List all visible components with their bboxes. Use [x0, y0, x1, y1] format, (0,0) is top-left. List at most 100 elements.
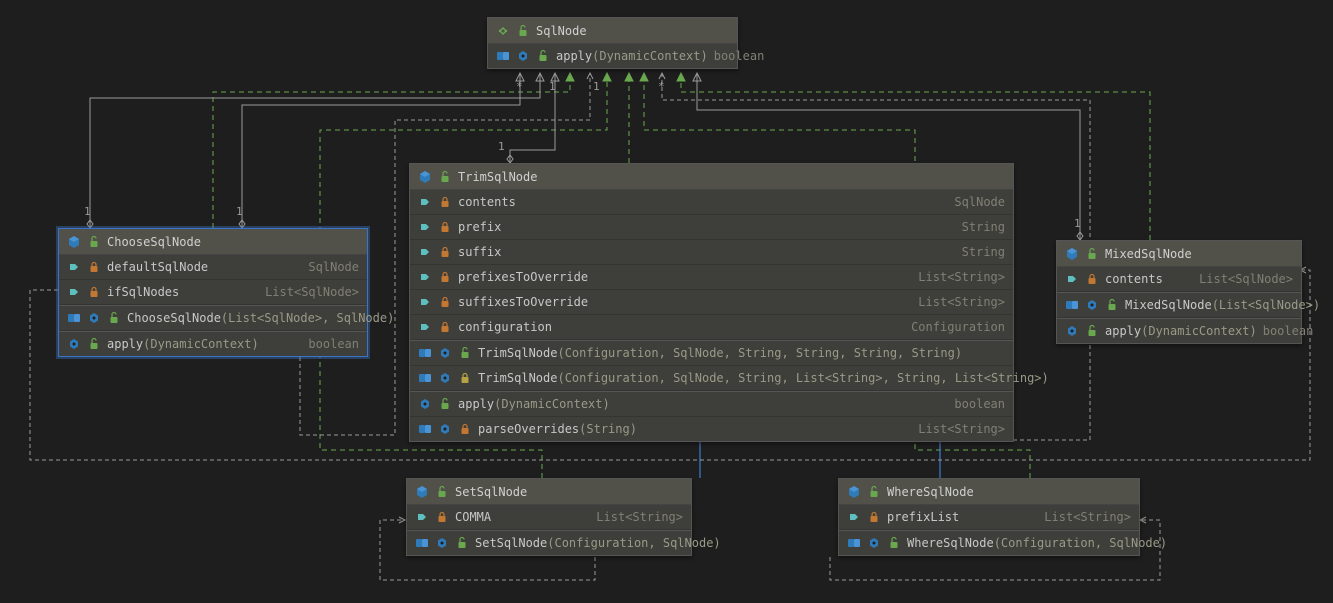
field-row[interactable]: prefixListList<String> [839, 505, 1139, 530]
ctor-params: (List<SqlNode>) [1212, 298, 1320, 312]
mult-label: 1 [593, 80, 600, 93]
field-name: ifSqlNodes [107, 285, 259, 299]
method-name: apply [458, 397, 494, 411]
method-icon [67, 337, 81, 351]
method-icon [438, 371, 452, 385]
method-icon [1085, 298, 1099, 312]
lock-open-icon [455, 536, 469, 550]
method-icon [435, 536, 449, 550]
lock-open-icon [867, 485, 881, 499]
lock-open-icon [458, 346, 472, 360]
field-icon [418, 320, 432, 334]
method-icon [1065, 324, 1079, 338]
class-name: TrimSqlNode [458, 170, 1005, 184]
ctor-params: (List<SqlNode>, SqlNode) [221, 311, 394, 325]
field-icon [418, 295, 432, 309]
method-row[interactable]: apply(DynamicContext)boolean [410, 391, 1013, 417]
mult-label: 1 [549, 80, 556, 93]
field-row[interactable]: suffixesToOverrideList<String> [410, 290, 1013, 315]
mult-label: 1 [84, 205, 91, 218]
method-type: boolean [308, 337, 359, 351]
lock-closed-icon [87, 260, 101, 274]
method-override-icon [496, 49, 510, 63]
method-row[interactable]: apply(DynamicContext)boolean [59, 331, 367, 356]
method-override-icon [1065, 298, 1079, 312]
field-icon [418, 220, 432, 234]
lock-closed-icon [435, 510, 449, 524]
field-icon [418, 245, 432, 259]
method-type: boolean [714, 49, 765, 63]
field-row[interactable]: configurationConfiguration [410, 315, 1013, 340]
class-choosesqlnode[interactable]: ChooseSqlNode defaultSqlNodeSqlNode ifSq… [58, 228, 368, 357]
method-row[interactable]: apply(DynamicContext)boolean [1057, 318, 1301, 343]
field-row[interactable]: ifSqlNodesList<SqlNode> [59, 280, 367, 305]
class-trimsqlnode[interactable]: TrimSqlNode contents SqlNode prefixString… [409, 163, 1014, 442]
method-row[interactable]: parseOverrides(String)List<String> [410, 417, 1013, 441]
method-type: List<String> [918, 422, 1005, 436]
field-row[interactable]: suffixString [410, 240, 1013, 265]
lock-open-icon [1085, 247, 1099, 261]
ctor-name: ChooseSqlNode [127, 311, 221, 325]
field-row[interactable]: contents List<SqlNode> [1057, 267, 1301, 292]
ctor-name: TrimSqlNode [478, 371, 557, 385]
lock-open-icon [1085, 324, 1099, 338]
field-type: SqlNode [954, 195, 1005, 209]
method-override-icon [67, 311, 81, 325]
ctor-row[interactable]: TrimSqlNode(Configuration, SqlNode, Stri… [410, 340, 1013, 366]
class-setsqlnode[interactable]: SetSqlNode COMMAList<String> SetSqlNode(… [406, 478, 692, 556]
class-header: SqlNode [488, 18, 737, 44]
class-mixedsqlnode[interactable]: MixedSqlNode contentsList<SqlNode> Mixed… [1056, 240, 1302, 344]
ctor-params: (Configuration, SqlNode) [547, 536, 720, 550]
class-icon [418, 170, 432, 184]
lock-closed-icon [438, 195, 452, 209]
field-name: COMMA [455, 510, 590, 524]
lock-closed-icon [438, 270, 452, 284]
field-row[interactable]: contents SqlNode [410, 190, 1013, 215]
field-name: suffixesToOverride [458, 295, 912, 309]
field-row[interactable]: prefixesToOverrideList<String> [410, 265, 1013, 290]
field-type: SqlNode [308, 260, 359, 274]
ctor-row[interactable]: SetSqlNode(Configuration, SqlNode) [407, 530, 691, 555]
interface-icon [496, 24, 510, 38]
lock-closed-icon [438, 245, 452, 259]
class-sqlnode[interactable]: SqlNode apply(DynamicContext) boolean [487, 17, 738, 69]
ctor-params: (Configuration, SqlNode, String, String,… [557, 346, 962, 360]
lock-closed-icon [87, 285, 101, 299]
method-row[interactable]: apply(DynamicContext) boolean [488, 44, 737, 68]
field-name: contents [1105, 272, 1193, 286]
lock-open-icon [438, 397, 452, 411]
field-row[interactable]: defaultSqlNodeSqlNode [59, 255, 367, 280]
ctor-row[interactable]: WhereSqlNode(Configuration, SqlNode) [839, 530, 1139, 555]
method-icon [438, 422, 452, 436]
class-wheresqlnode[interactable]: WhereSqlNode prefixListList<String> Wher… [838, 478, 1140, 556]
field-name: contents [458, 195, 948, 209]
method-icon [87, 311, 101, 325]
field-icon [415, 510, 429, 524]
field-icon [418, 195, 432, 209]
method-name: apply [556, 49, 592, 63]
class-name: SqlNode [536, 24, 729, 38]
class-icon [415, 485, 429, 499]
mult-label: * [658, 80, 665, 93]
field-icon [847, 510, 861, 524]
class-name: ChooseSqlNode [107, 235, 359, 249]
field-type: List<String> [1044, 510, 1131, 524]
class-icon [67, 235, 81, 249]
lock-open-icon [1105, 298, 1119, 312]
field-row[interactable]: COMMAList<String> [407, 505, 691, 530]
field-row[interactable]: prefixString [410, 215, 1013, 240]
lock-open-icon [536, 49, 550, 63]
method-icon [867, 536, 881, 550]
ctor-row[interactable]: TrimSqlNode(Configuration, SqlNode, Stri… [410, 366, 1013, 391]
method-params: (DynamicContext) [592, 49, 708, 63]
field-icon [67, 285, 81, 299]
field-type: List<SqlNode> [1199, 272, 1293, 286]
lock-closed-icon [438, 220, 452, 234]
mult-label: * [516, 80, 523, 93]
lock-open-icon [87, 337, 101, 351]
ctor-row[interactable]: ChooseSqlNode(List<SqlNode>, SqlNode) [59, 305, 367, 331]
ctor-name: SetSqlNode [475, 536, 547, 550]
ctor-row[interactable]: MixedSqlNode(List<SqlNode>) [1057, 292, 1301, 318]
lock-open-icon [435, 485, 449, 499]
field-name: prefix [458, 220, 956, 234]
